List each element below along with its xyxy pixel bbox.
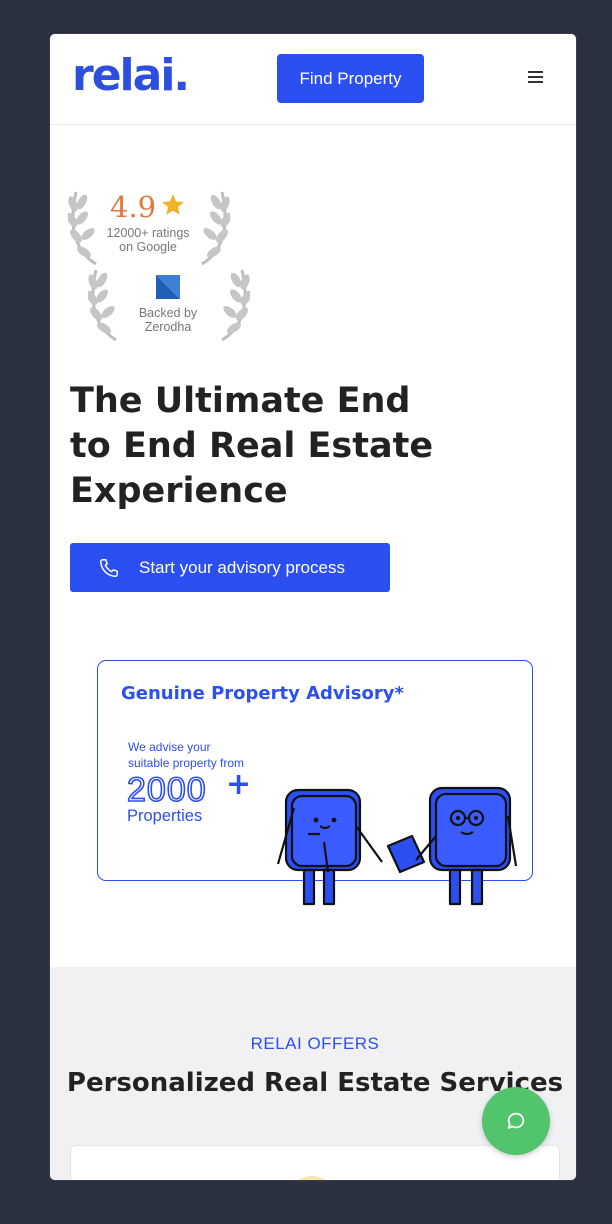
phone-icon [100,558,118,577]
find-property-button[interactable]: Find Property [277,54,424,103]
site-header: relai. Find Property [50,34,576,125]
offers-label: RELAI OFFERS [250,1034,380,1053]
rating-value: 4.9 [110,190,157,224]
badges-area: 4.9 12000+ ratings on Google Backed by Z… [68,182,252,344]
banner-number: 2000 [126,770,207,810]
zerodha-caption: Backed by Zerodha [138,306,198,334]
rating-caption: 12000+ ratings on Google [106,226,190,254]
banner-plus: + [226,767,252,802]
banner-title: Genuine Property Advisory* [121,683,404,704]
chat-button[interactable] [482,1087,550,1155]
relai-logo[interactable]: relai. [72,50,190,101]
mascot-characters-illustration [276,786,518,906]
service-card[interactable] [70,1145,560,1180]
chat-bubble-icon [507,1112,525,1129]
hero-title: The Ultimate End to End Real Estate Expe… [70,381,434,511]
start-advisory-button[interactable]: Start your advisory process [70,543,390,592]
zerodha-icon [156,275,180,299]
service-card-icon [287,1176,337,1180]
hamburger-menu-icon[interactable] [528,71,543,85]
banner-properties: Properties [127,807,203,825]
star-icon [162,194,184,215]
browser-frame: relai. Find Property 4.9 12000+ ratings … [49,33,577,1181]
start-advisory-label: Start your advisory process [139,557,345,577]
